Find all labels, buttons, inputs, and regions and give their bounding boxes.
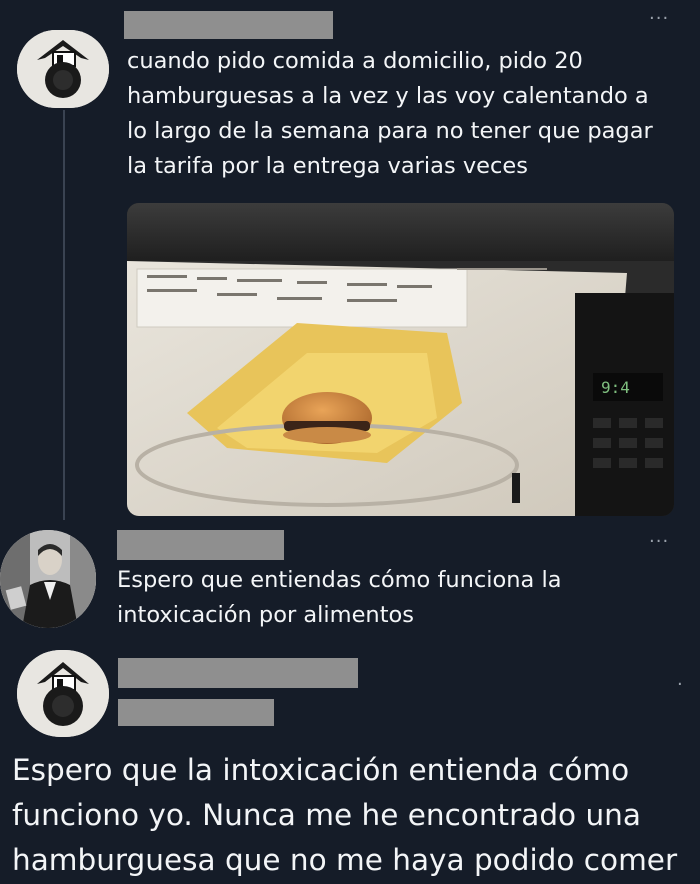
avatar[interactable] [0,530,96,628]
avatar[interactable] [17,650,109,737]
redacted-username [118,658,358,688]
thread-line [63,110,65,520]
post-text: Espero que la intoxicación entienda cómo… [12,753,678,877]
more-options-icon[interactable]: ··· [649,533,669,551]
post-text: cuando pido comida a domicilio, pido 20 … [127,48,653,179]
redacted-handle [118,699,274,726]
more-options-icon[interactable]: · [677,676,684,694]
post-image[interactable]: 9:4 [127,203,674,516]
avatar[interactable] [17,30,109,108]
microwave-display-time: 9:4 [601,378,630,397]
avatar-photo [0,530,96,628]
redacted-username [117,530,284,560]
redacted-username [124,11,333,39]
post-text: Espero que entiendas cómo funciona la in… [117,567,562,628]
more-options-icon[interactable]: ··· [649,10,669,28]
avatar-illustration [17,30,109,108]
microwave-burger-photo: 9:4 [127,203,674,516]
avatar-illustration [17,650,109,737]
